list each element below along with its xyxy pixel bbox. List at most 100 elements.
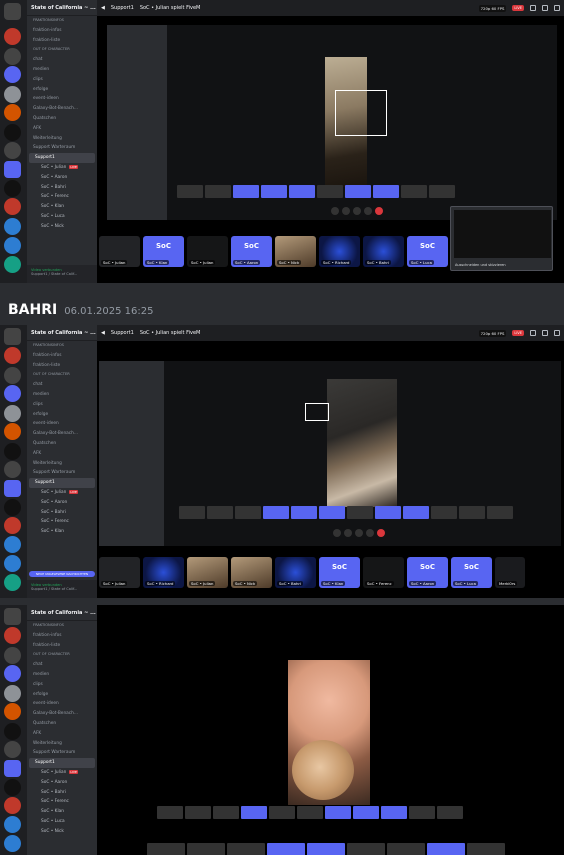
channel-item[interactable]: fraktion-liste <box>27 361 97 371</box>
server-icon[interactable] <box>4 142 21 159</box>
voice-channel-selected[interactable]: Support1 <box>29 478 95 488</box>
voice-user[interactable]: SoC • Nick <box>27 222 97 232</box>
channel-item[interactable]: chat <box>27 55 97 65</box>
server-icon[interactable] <box>4 28 21 45</box>
voice-channel-item[interactable]: Quatschen <box>27 719 97 729</box>
voice-user[interactable]: SoC • Klan <box>27 202 97 212</box>
voice-channel-item[interactable]: Support Warteraum <box>27 748 97 758</box>
server-icon[interactable] <box>4 347 21 364</box>
voice-channel-item[interactable]: Support Warteraum <box>27 468 97 478</box>
snip-popup[interactable]: Ausschneiden und skizzieren <box>450 206 553 271</box>
server-icon[interactable] <box>4 647 21 664</box>
channel-item[interactable]: erfolge <box>27 85 97 95</box>
channel-item[interactable]: event-ideen <box>27 94 97 104</box>
participant-tile[interactable]: SoC SoC • Aaron <box>231 236 272 267</box>
voice-user[interactable]: SoC • Ferenc <box>27 517 97 527</box>
participant-tile[interactable]: SoC • Julian <box>99 557 140 588</box>
voice-user[interactable]: SoC • Bahri <box>27 508 97 518</box>
disconnect-button[interactable] <box>375 207 383 215</box>
voice-channel-selected[interactable]: Support1 <box>29 758 95 768</box>
server-icon[interactable] <box>4 779 21 796</box>
participant-tile[interactable]: SoC SoC • Luca <box>407 236 448 267</box>
discord-home-icon[interactable] <box>4 328 21 345</box>
voice-channel-selected[interactable]: Support1 <box>29 153 95 163</box>
camera-button[interactable] <box>333 529 341 537</box>
server-icon[interactable] <box>4 703 21 720</box>
participant-tile[interactable]: SoC • Nick <box>231 557 272 588</box>
participant-tile[interactable]: SoC • Richard <box>143 557 184 588</box>
stream-quality[interactable]: 720p 60 FPS <box>478 329 507 337</box>
voice-user[interactable]: SoC • Ferenc <box>27 797 97 807</box>
channel-item[interactable]: fraktion-liste <box>27 641 97 651</box>
channel-item[interactable]: chat <box>27 380 97 390</box>
server-icon[interactable] <box>4 835 21 852</box>
voice-channel-item[interactable]: AFK <box>27 124 97 134</box>
guild-name[interactable]: State of California ~ ... <box>27 325 97 341</box>
shared-screen[interactable] <box>99 361 561 546</box>
author-name[interactable]: BAHRI <box>8 302 57 318</box>
activity-button[interactable] <box>364 207 372 215</box>
stream-quality[interactable]: 720p 60 FPS <box>478 4 507 12</box>
activity-button[interactable] <box>366 529 374 537</box>
server-icon[interactable] <box>4 555 21 572</box>
server-icon[interactable] <box>4 66 21 83</box>
voice-user[interactable]: SoC • Nick <box>27 827 97 837</box>
channel-item[interactable]: fraktion-infos <box>27 631 97 641</box>
voice-user[interactable]: SoC • Bahri <box>27 183 97 193</box>
category-label[interactable]: FRAKTIONSINFOS <box>27 621 97 631</box>
channel-item[interactable]: clips <box>27 680 97 690</box>
guild-name[interactable]: State of California ~ ... <box>27 0 97 16</box>
server-icon[interactable] <box>4 665 21 682</box>
participant-tile[interactable]: SoC • Ferenc <box>363 557 404 588</box>
popout-icon[interactable] <box>542 5 548 11</box>
folder-icon[interactable] <box>4 480 21 497</box>
server-icon[interactable] <box>4 180 21 197</box>
voice-user[interactable]: SoC • Luca <box>27 212 97 222</box>
voice-channel-item[interactable]: Weiterleitung <box>27 459 97 469</box>
channel-item[interactable]: Galaxy-Bot-Benach... <box>27 104 97 114</box>
server-icon[interactable] <box>4 816 21 833</box>
folder-icon[interactable] <box>4 760 21 777</box>
channel-item[interactable]: erfolge <box>27 410 97 420</box>
server-icon[interactable] <box>4 237 21 254</box>
screenshare-button[interactable] <box>353 207 361 215</box>
channel-item[interactable]: Galaxy-Bot-Benach... <box>27 709 97 719</box>
server-icon[interactable] <box>4 367 21 384</box>
server-icon[interactable] <box>4 517 21 534</box>
channel-item[interactable]: event-ideen <box>27 699 97 709</box>
voice-channel-item[interactable]: Quatschen <box>27 439 97 449</box>
server-icon[interactable] <box>4 685 21 702</box>
disconnect-button[interactable] <box>377 529 385 537</box>
channel-item[interactable]: fraktion-liste <box>27 36 97 46</box>
grid-icon[interactable] <box>530 5 536 11</box>
participant-tile[interactable]: SoC SoC • Aaron <box>407 557 448 588</box>
channel-item[interactable]: medien <box>27 65 97 75</box>
voice-channel-item[interactable]: Weiterleitung <box>27 134 97 144</box>
participant-tile[interactable]: SoC • Nick <box>275 236 316 267</box>
guild-name[interactable]: State of California ~ ... <box>27 605 97 621</box>
category-label[interactable]: FRAKTIONSINFOS <box>27 341 97 351</box>
server-icon[interactable] <box>4 461 21 478</box>
channel-item[interactable]: event-ideen <box>27 419 97 429</box>
server-icon[interactable] <box>4 198 21 215</box>
server-icon[interactable] <box>4 741 21 758</box>
server-icon[interactable] <box>4 443 21 460</box>
participant-tile[interactable]: Merkl0rs <box>495 557 525 588</box>
channel-item[interactable]: chat <box>27 660 97 670</box>
channel-item[interactable]: Galaxy-Bot-Benach... <box>27 429 97 439</box>
participant-tile[interactable]: SoC • Bahri <box>363 236 404 267</box>
voice-channel-path[interactable]: Support1 / State of Calif... <box>31 272 93 276</box>
participant-tile[interactable]: SoC SoC • Klan <box>143 236 184 267</box>
voice-user[interactable]: SoC • Bahri <box>27 788 97 798</box>
channel-item[interactable]: erfolge <box>27 690 97 700</box>
voice-channel-item[interactable]: AFK <box>27 449 97 459</box>
voice-user-live[interactable]: SoC • Julian LIVE <box>27 488 97 498</box>
voice-user[interactable]: SoC • Klan <box>27 527 97 537</box>
shared-screen[interactable] <box>107 25 557 220</box>
voice-user[interactable]: SoC • Ferenc <box>27 192 97 202</box>
server-icon[interactable] <box>4 385 21 402</box>
server-icon[interactable] <box>4 536 21 553</box>
participant-tile[interactable]: SoC SoC • Klan <box>319 557 360 588</box>
channel-item[interactable]: clips <box>27 400 97 410</box>
voice-user-live[interactable]: SoC • Julian LIVE <box>27 768 97 778</box>
